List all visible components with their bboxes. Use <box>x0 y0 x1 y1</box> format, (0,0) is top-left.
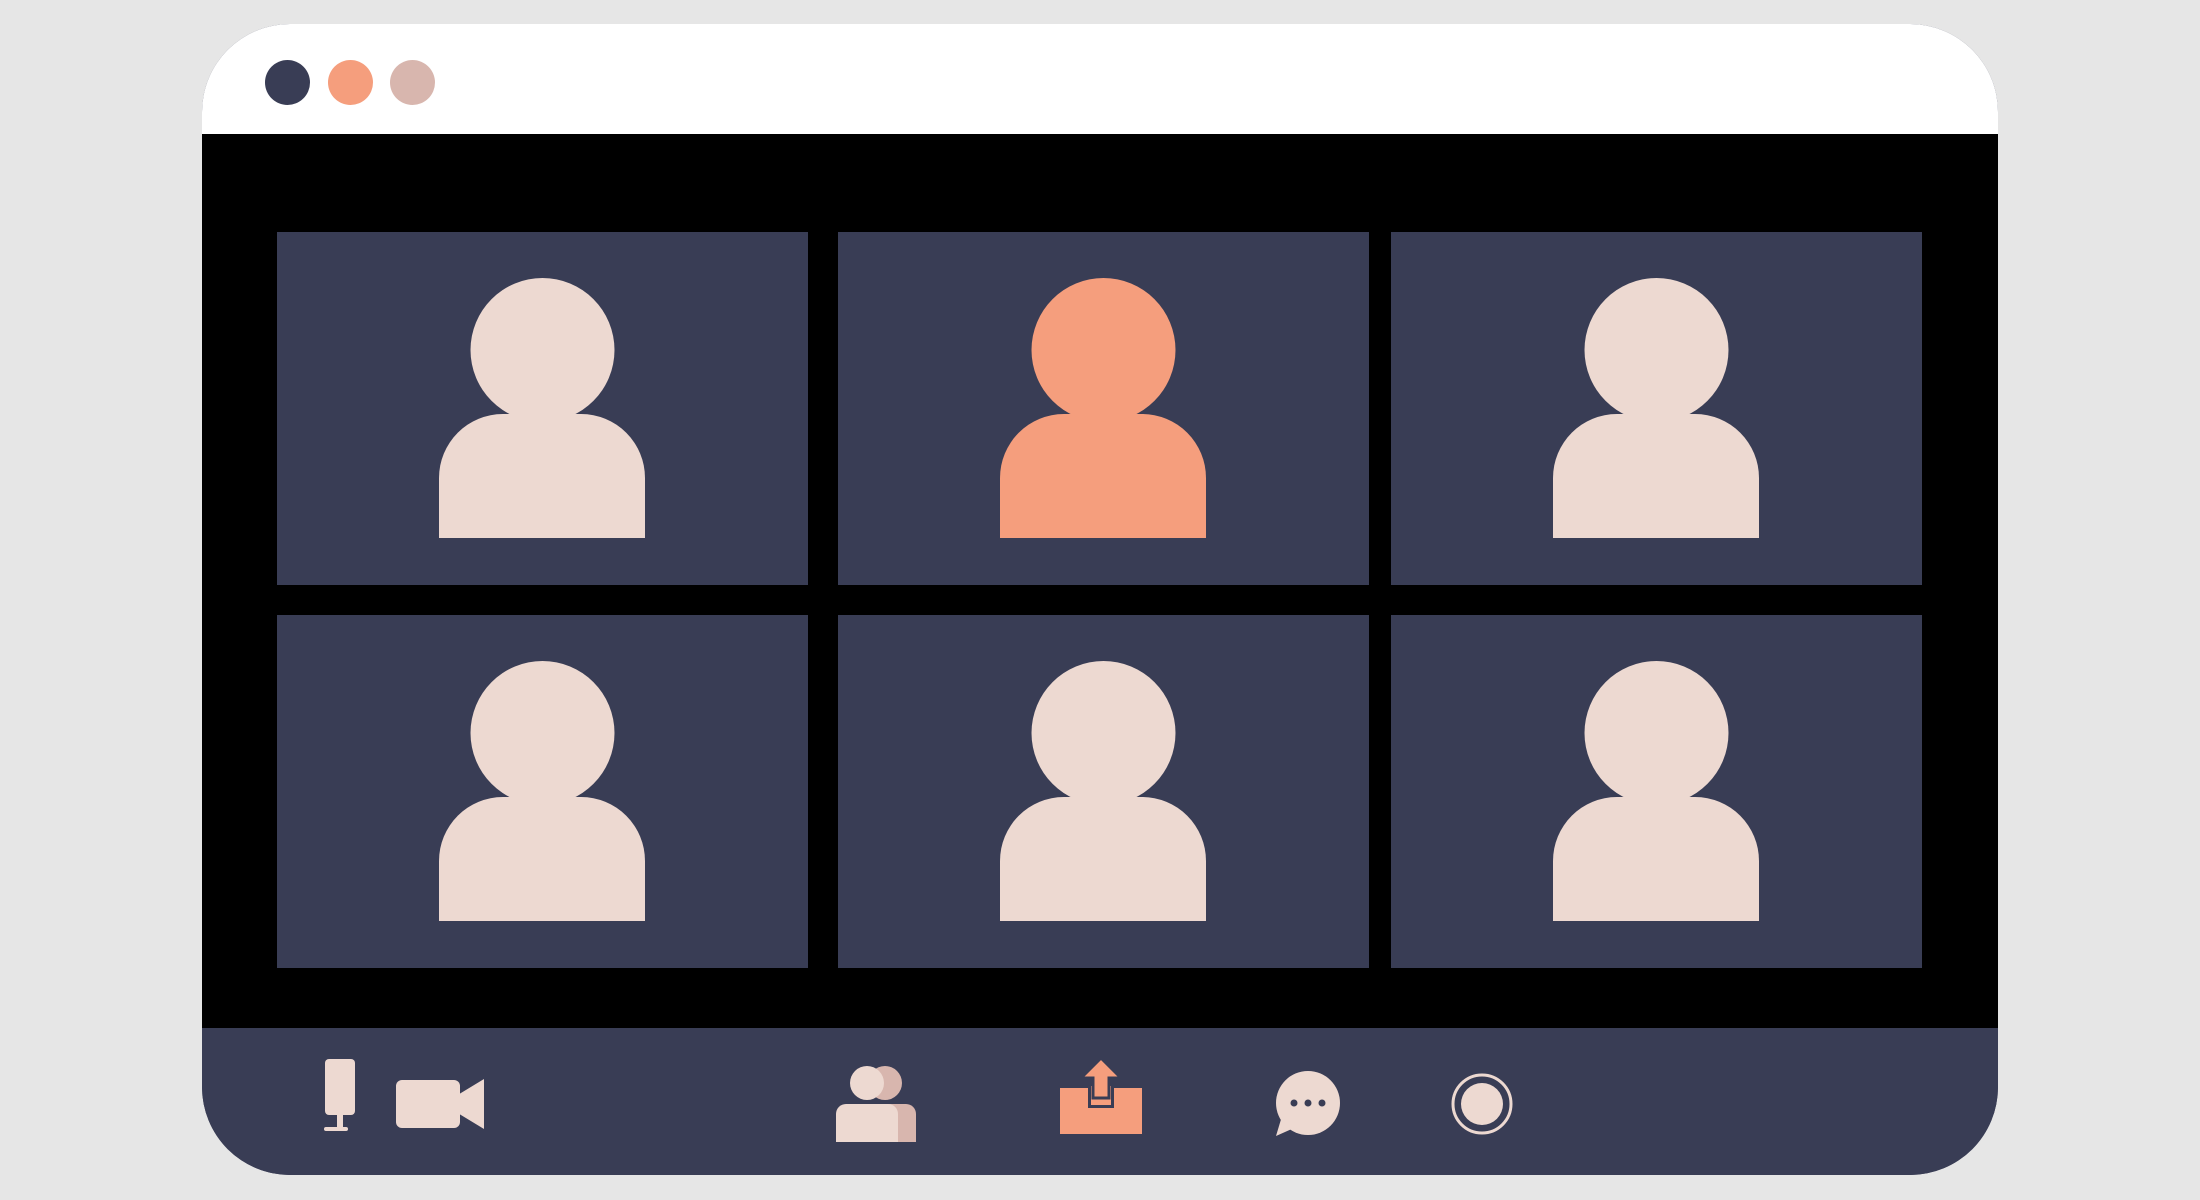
participant-tile-1[interactable] <box>277 232 808 585</box>
microphone-button[interactable] <box>322 1056 358 1136</box>
title-bar <box>202 24 1998 134</box>
share-screen-icon <box>1060 1058 1142 1134</box>
video-call-window <box>202 24 1998 1175</box>
camera-button[interactable] <box>394 1078 486 1130</box>
participant-avatar-icon <box>1000 661 1206 921</box>
participant-tile-2[interactable] <box>838 232 1369 585</box>
avatar-head <box>1031 278 1176 422</box>
avatar-head <box>1584 278 1729 422</box>
maximize-window-button[interactable] <box>390 60 435 105</box>
participant-avatar-icon <box>439 661 645 921</box>
participant-avatar-icon <box>439 278 645 538</box>
share-screen-button[interactable] <box>1058 1058 1144 1138</box>
participant-tile-6[interactable] <box>1391 615 1922 968</box>
avatar-body <box>439 414 645 538</box>
video-grid <box>202 134 1998 1028</box>
avatar-body <box>1553 797 1759 921</box>
minimize-window-button[interactable] <box>328 60 373 105</box>
participant-avatar-icon <box>1553 661 1759 921</box>
page-background <box>0 0 2200 1200</box>
record-icon <box>1451 1073 1513 1135</box>
avatar-body <box>1000 797 1206 921</box>
avatar-head <box>470 278 615 422</box>
avatar-body <box>1000 414 1206 538</box>
participants-icon <box>836 1066 916 1142</box>
participant-tile-4[interactable] <box>277 615 808 968</box>
record-button[interactable] <box>1450 1072 1514 1136</box>
participant-avatar-icon <box>1000 278 1206 538</box>
avatar-body <box>1553 414 1759 538</box>
participant-tile-5[interactable] <box>838 615 1369 968</box>
participant-avatar-icon <box>1553 278 1759 538</box>
avatar-head <box>470 661 615 805</box>
microphone-icon <box>324 1059 355 1131</box>
participants-button[interactable] <box>834 1064 918 1144</box>
avatar-head <box>1584 661 1729 805</box>
close-window-button[interactable] <box>265 60 310 105</box>
call-toolbar <box>202 1028 1998 1175</box>
chat-icon <box>1276 1071 1340 1136</box>
avatar-body <box>439 797 645 921</box>
avatar-head <box>1031 661 1176 805</box>
participant-tile-3[interactable] <box>1391 232 1922 585</box>
chat-button[interactable] <box>1272 1070 1344 1142</box>
video-camera-icon <box>396 1079 484 1129</box>
